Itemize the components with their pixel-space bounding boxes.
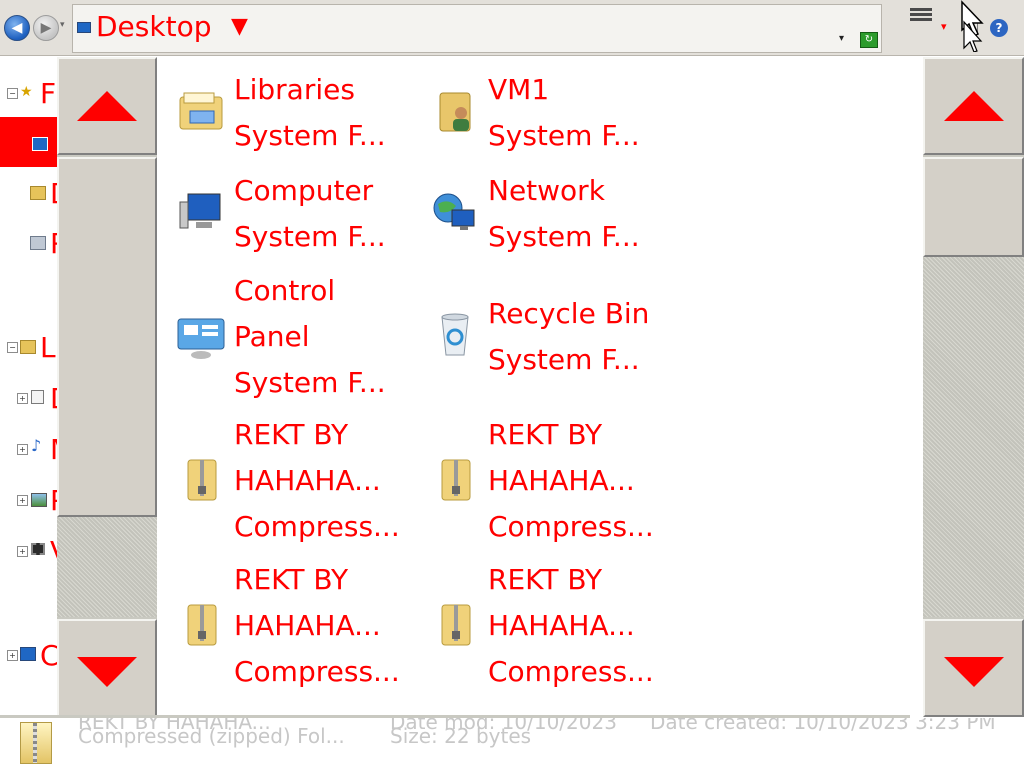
computer-icon (20, 647, 36, 661)
tree-item-recent-places[interactable]: R (0, 224, 69, 264)
file-item-vm1[interactable]: VM1 System F... (414, 67, 664, 159)
tree-item-favorites[interactable]: − ★ F (0, 74, 60, 114)
file-item-label: Control Panel System F... (234, 274, 386, 399)
nav-pane-scrollbar[interactable] (57, 57, 157, 717)
expand-icon[interactable]: + (17, 444, 28, 455)
navigation-pane: − ★ F D R − L + D + ♪ M + P + V + C (0, 56, 74, 716)
expand-icon[interactable]: + (7, 650, 18, 661)
scrollbar-track[interactable] (57, 517, 157, 617)
tree-item-pictures[interactable]: + P (0, 481, 67, 521)
file-item-label: REKT BY HAHAHA... Compress... (488, 418, 654, 543)
documents-icon (31, 390, 44, 404)
network-icon (433, 193, 475, 230)
file-item-computer[interactable]: Computer System F... (160, 168, 410, 260)
file-item-zip-3[interactable]: REKT BY HAHAHA... Compress... (160, 557, 410, 697)
collapse-icon[interactable]: − (7, 88, 18, 99)
file-item-label: Network System F... (488, 174, 640, 253)
scrollbar-track[interactable] (923, 257, 1024, 617)
expand-icon[interactable]: + (17, 393, 28, 404)
recent-pages-dropdown-icon[interactable]: ▾ (60, 20, 65, 30)
desktop-icon (32, 137, 48, 151)
tree-item-documents[interactable]: + D (0, 379, 72, 419)
file-item-zip-2[interactable]: REKT BY HAHAHA... Compress... (414, 412, 664, 552)
user-folder-icon (439, 92, 471, 132)
scrollbar-thumb[interactable] (923, 157, 1024, 257)
back-button[interactable]: ◀ (4, 15, 30, 41)
tree-item-desktop[interactable] (0, 117, 60, 167)
change-view-icon[interactable] (910, 6, 932, 24)
tree-item-label: F (40, 77, 57, 110)
arrow-up-icon (77, 91, 137, 121)
downloads-icon (30, 186, 46, 200)
file-item-label: Libraries System F... (234, 73, 386, 152)
zip-folder-icon (441, 459, 471, 501)
tree-item-label: L (40, 331, 56, 364)
scroll-up-button[interactable] (923, 57, 1024, 155)
file-item-zip-1[interactable]: REKT BY HAHAHA... Compress... (160, 412, 410, 552)
file-item-label: VM1 System F... (488, 73, 640, 152)
file-list: Libraries System F... VM1 System F... Comp… (160, 57, 923, 715)
file-type: Compressed (zipped) Fol... (78, 724, 345, 748)
file-item-label: REKT BY HAHAHA... Compress... (234, 418, 400, 543)
tree-item-downloads[interactable]: D (0, 174, 72, 214)
favorites-star-icon: ★ (20, 84, 33, 100)
desktop-icon (77, 22, 91, 33)
arrow-up-icon (943, 91, 1004, 121)
recycle-bin-icon (441, 313, 469, 356)
file-item-label: REKT BY HAHAHA... Compress... (488, 563, 654, 688)
tree-item-libraries[interactable]: − L (0, 328, 60, 368)
tree-item-computer[interactable]: + C (0, 636, 60, 676)
breadcrumb-chevron-down-icon[interactable]: ▼ (231, 14, 248, 39)
scroll-down-button[interactable] (57, 619, 157, 717)
address-history-dropdown-icon[interactable]: ▾ (839, 33, 844, 44)
computer-icon (179, 193, 221, 229)
libraries-folder-icon (179, 92, 223, 130)
content-scrollbar[interactable] (923, 57, 1024, 717)
tree-item-music[interactable]: + ♪ M (0, 430, 74, 470)
tree-item-videos[interactable]: + V (0, 532, 69, 572)
zip-folder-icon (441, 604, 471, 646)
file-item-label: REKT BY HAHAHA... Compress... (234, 563, 400, 688)
view-options-dropdown-icon[interactable]: ▾ (941, 20, 947, 33)
pictures-icon (31, 493, 47, 507)
scroll-up-button[interactable] (57, 57, 157, 155)
forward-button[interactable]: ▶ (33, 15, 59, 41)
file-item-label: Computer System F... (234, 174, 386, 253)
file-item-label: Recycle Bin System F... (488, 297, 650, 376)
help-icon[interactable]: ? (990, 19, 1008, 37)
address-text[interactable]: Desktop (96, 10, 211, 43)
scroll-down-button[interactable] (923, 619, 1024, 717)
recent-places-icon (30, 236, 46, 250)
expand-icon[interactable]: + (17, 495, 28, 506)
libraries-icon (20, 340, 36, 354)
zip-folder-icon (187, 459, 217, 501)
scrollbar-thumb[interactable] (57, 157, 157, 517)
details-pane: REKT BY HAHAHA... Date mod: 10/10/2023 D… (0, 718, 1024, 768)
file-item-recycle-bin[interactable]: Recycle Bin System F... (414, 291, 664, 383)
file-item-control-panel[interactable]: Control Panel System F... (160, 268, 410, 408)
address-bar[interactable]: Desktop ▼ ▾ ↻ (72, 4, 882, 53)
file-item-network[interactable]: Network System F... (414, 168, 664, 260)
expand-icon[interactable]: + (17, 546, 28, 557)
arrow-down-icon (77, 657, 137, 687)
date-created: Date created: 10/10/2023 3:23 PM (650, 718, 996, 734)
zip-folder-icon (187, 604, 217, 646)
collapse-icon[interactable]: − (7, 342, 18, 353)
toolbar: ◀ ▶ ▾ Desktop ▼ ▾ ↻ ▾ ? (0, 0, 1024, 56)
file-size: Size: 22 bytes (390, 724, 532, 748)
music-icon: ♪ (31, 436, 42, 455)
file-item-zip-4[interactable]: REKT BY HAHAHA... Compress... (414, 557, 664, 697)
mouse-cursor-icon (961, 0, 984, 52)
file-item-libraries[interactable]: Libraries System F... (160, 67, 410, 159)
control-panel-icon (177, 318, 225, 359)
zip-folder-icon (20, 722, 52, 764)
videos-icon (31, 543, 45, 555)
refresh-icon[interactable]: ↻ (860, 32, 878, 48)
arrow-down-icon (943, 657, 1004, 687)
